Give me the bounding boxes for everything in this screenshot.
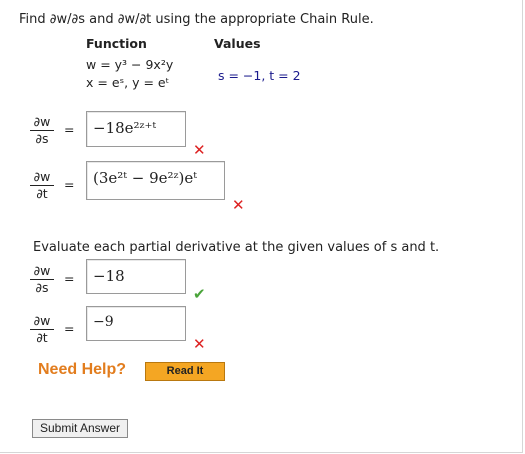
function-header: Function: [86, 36, 147, 51]
fraction-numerator: ∂w: [30, 115, 54, 131]
value-dw-dt-text: −9: [93, 314, 114, 330]
x-mark-icon: ✕: [232, 196, 245, 214]
fraction-denominator: ∂s: [35, 280, 49, 295]
given-values: s = −1, t = 2: [218, 68, 301, 83]
check-mark-icon: ✔: [193, 285, 206, 303]
read-it-button[interactable]: Read It: [145, 362, 225, 381]
partial-w-t-label: ∂w ∂t: [30, 170, 54, 201]
partial-w-s-label: ∂w ∂s: [30, 264, 54, 295]
fraction-denominator: ∂s: [35, 131, 49, 146]
equals-sign: =: [64, 271, 75, 286]
equals-sign: =: [64, 122, 75, 137]
value-box-dw-dt[interactable]: −9: [86, 306, 186, 341]
answer-dw-dt-text: (3e²ᵗ − 9e²ᶻ)eᵗ: [93, 169, 197, 187]
answer-box-dw-ds[interactable]: −18e²ᶻ⁺ᵗ: [86, 111, 186, 147]
x-mark-icon: ✕: [193, 335, 206, 353]
equals-sign: =: [64, 321, 75, 336]
answer-box-dw-dt[interactable]: (3e²ᵗ − 9e²ᶻ)eᵗ: [86, 161, 225, 200]
partial-w-t-label: ∂w ∂t: [30, 314, 54, 345]
values-header: Values: [214, 36, 261, 51]
value-dw-ds-text: −18: [93, 267, 125, 285]
answer-dw-ds-text: −18e²ᶻ⁺ᵗ: [93, 119, 157, 137]
fraction-numerator: ∂w: [30, 264, 54, 280]
function-definition-w: w = y³ − 9x²y: [86, 57, 174, 72]
fraction-denominator: ∂t: [36, 330, 48, 345]
question-panel: Find ∂w/∂s and ∂w/∂t using the appropria…: [0, 0, 523, 453]
partial-w-s-label: ∂w ∂s: [30, 115, 54, 146]
question-prompt: Find ∂w/∂s and ∂w/∂t using the appropria…: [19, 12, 374, 27]
fraction-numerator: ∂w: [30, 314, 54, 330]
need-help-label: Need Help?: [38, 361, 127, 378]
submit-answer-button[interactable]: Submit Answer: [32, 419, 128, 438]
fraction-denominator: ∂t: [36, 186, 48, 201]
x-mark-icon: ✕: [193, 141, 206, 159]
evaluate-instruction: Evaluate each partial derivative at the …: [33, 240, 440, 255]
equals-sign: =: [64, 177, 75, 192]
fraction-numerator: ∂w: [30, 170, 54, 186]
function-definition-xy: x = eˢ, y = eᵗ: [86, 75, 170, 90]
value-box-dw-ds[interactable]: −18: [86, 259, 186, 294]
